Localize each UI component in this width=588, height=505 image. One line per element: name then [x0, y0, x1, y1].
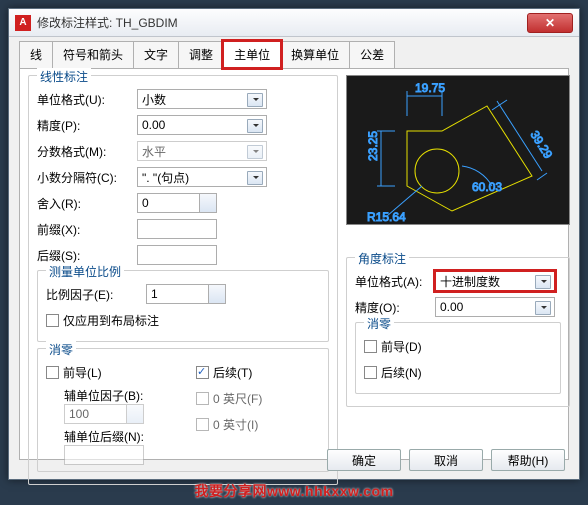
fraction-format-label: 分数格式(M): [37, 143, 137, 160]
group-zero-suppress: 消零 前导(L) 辅单位因子(B): 100 辅单位后缀(N): [37, 348, 329, 472]
group-angular-zero: 消零 前导(D) 后续(N) [355, 322, 561, 394]
suffix-label: 后缀(S): [37, 247, 137, 264]
titlebar: A 修改标注样式: TH_GBDIM ✕ [9, 9, 579, 37]
subunit-suffix-label: 辅单位后缀(N): [64, 428, 196, 445]
ang-leading-checkbox[interactable] [364, 340, 377, 353]
decimal-sep-label: 小数分隔符(C): [37, 169, 137, 186]
prefix-input[interactable] [137, 219, 217, 239]
unit-format-combo[interactable]: 小数 [137, 89, 267, 109]
tab-text[interactable]: 文字 [133, 41, 179, 68]
feet-checkbox [196, 392, 209, 405]
dim-left: 23.25 [366, 131, 380, 161]
ang-precision-label: 精度(O): [355, 299, 435, 316]
roundoff-spinner[interactable]: 0 [137, 193, 217, 213]
suffix-input[interactable] [137, 245, 217, 265]
help-button[interactable]: 帮助(H) [491, 449, 565, 471]
ang-unit-format-label: 单位格式(A): [355, 273, 435, 290]
roundoff-value: 0 [142, 196, 149, 210]
unit-format-label: 单位格式(U): [37, 91, 137, 108]
subunit-factor-spinner: 100 [64, 404, 144, 424]
group-scale: 测量单位比例 比例因子(E):1 仅应用到布局标注 [37, 270, 329, 342]
fraction-format-combo: 水平 [137, 141, 267, 161]
dim-diag: 39.29 [527, 128, 555, 161]
inches-label: 0 英寸(I) [213, 416, 258, 433]
dim-top: 19.75 [415, 81, 445, 95]
group-scale-legend: 测量单位比例 [46, 263, 124, 280]
ok-button[interactable]: 确定 [327, 449, 401, 471]
tab-symbols-arrows[interactable]: 符号和箭头 [52, 41, 134, 68]
ang-precision-combo[interactable]: 0.00 [435, 297, 555, 317]
watermark-text: 我要分享网www.hhkxxw.com [194, 481, 393, 501]
ang-trailing-label: 后续(N) [381, 364, 422, 381]
tab-lines[interactable]: 线 [19, 41, 53, 68]
precision-combo[interactable]: 0.00 [137, 115, 267, 135]
inches-checkbox [196, 418, 209, 431]
tab-strip: 线 符号和箭头 文字 调整 主单位 换算单位 公差 [9, 37, 579, 68]
cancel-button[interactable]: 取消 [409, 449, 483, 471]
tab-fit[interactable]: 调整 [178, 41, 224, 68]
leading-checkbox[interactable] [46, 366, 59, 379]
decimal-sep-value: ". "(句点) [142, 169, 189, 186]
scale-factor-spinner[interactable]: 1 [146, 284, 226, 304]
app-icon: A [15, 15, 31, 31]
tab-primary-units[interactable]: 主单位 [223, 41, 281, 68]
decimal-sep-combo[interactable]: ". "(句点) [137, 167, 267, 187]
close-icon: ✕ [545, 16, 555, 30]
dim-radius: R15.64 [367, 210, 406, 224]
tab-panel: 线性标注 单位格式(U): 小数 精度(P): 0.00 分数格式(M): 水平 小数… [19, 68, 569, 460]
fraction-format-value: 水平 [142, 143, 166, 160]
roundoff-label: 舍入(R): [37, 195, 137, 212]
trailing-label: 后续(T) [213, 364, 252, 381]
dialog-window: A 修改标注样式: TH_GBDIM ✕ 线 符号和箭头 文字 调整 主单位 换… [8, 8, 580, 480]
group-angular-legend: 角度标注 [355, 250, 409, 267]
precision-label: 精度(P): [37, 117, 137, 134]
scale-factor-value: 1 [151, 287, 158, 301]
layout-only-label: 仅应用到布局标注 [63, 312, 159, 329]
prefix-label: 前缀(X): [37, 221, 137, 238]
group-angular: 角度标注 单位格式(A):十进制度数 精度(O):0.00 消零 前导(D) 后… [346, 257, 570, 407]
ang-trailing-checkbox[interactable] [364, 366, 377, 379]
scale-factor-label: 比例因子(E): [46, 286, 146, 303]
preview-pane: 19.75 23.25 39.29 R15.64 60.03 [346, 75, 570, 225]
subunit-factor-label: 辅单位因子(B): [64, 387, 196, 404]
group-zero-legend: 消零 [46, 341, 76, 358]
feet-label: 0 英尺(F) [213, 390, 262, 407]
group-linear-legend: 线性标注 [37, 68, 91, 85]
tab-tolerances[interactable]: 公差 [349, 41, 395, 68]
group-linear: 线性标注 单位格式(U):小数 精度(P):0.00 分数格式(M):水平 小数… [28, 75, 338, 485]
dialog-buttons: 确定 取消 帮助(H) [327, 449, 565, 471]
layout-only-checkbox[interactable] [46, 314, 59, 327]
subunit-suffix-input [64, 445, 144, 465]
dialog-title: 修改标注样式: TH_GBDIM [37, 14, 527, 31]
trailing-checkbox[interactable] [196, 366, 209, 379]
precision-value: 0.00 [142, 118, 165, 132]
ang-precision-value: 0.00 [440, 300, 463, 314]
ang-unit-format-combo[interactable]: 十进制度数 [435, 271, 555, 291]
tab-alternate-units[interactable]: 换算单位 [280, 41, 350, 68]
dim-angle: 60.03 [472, 180, 502, 194]
ang-unit-format-value: 十进制度数 [440, 273, 500, 290]
ang-leading-label: 前导(D) [381, 338, 422, 355]
close-button[interactable]: ✕ [527, 13, 573, 33]
group-angular-zero-legend: 消零 [364, 315, 394, 332]
unit-format-value: 小数 [142, 91, 166, 108]
leading-label: 前导(L) [63, 364, 102, 381]
subunit-factor-value: 100 [69, 407, 89, 421]
